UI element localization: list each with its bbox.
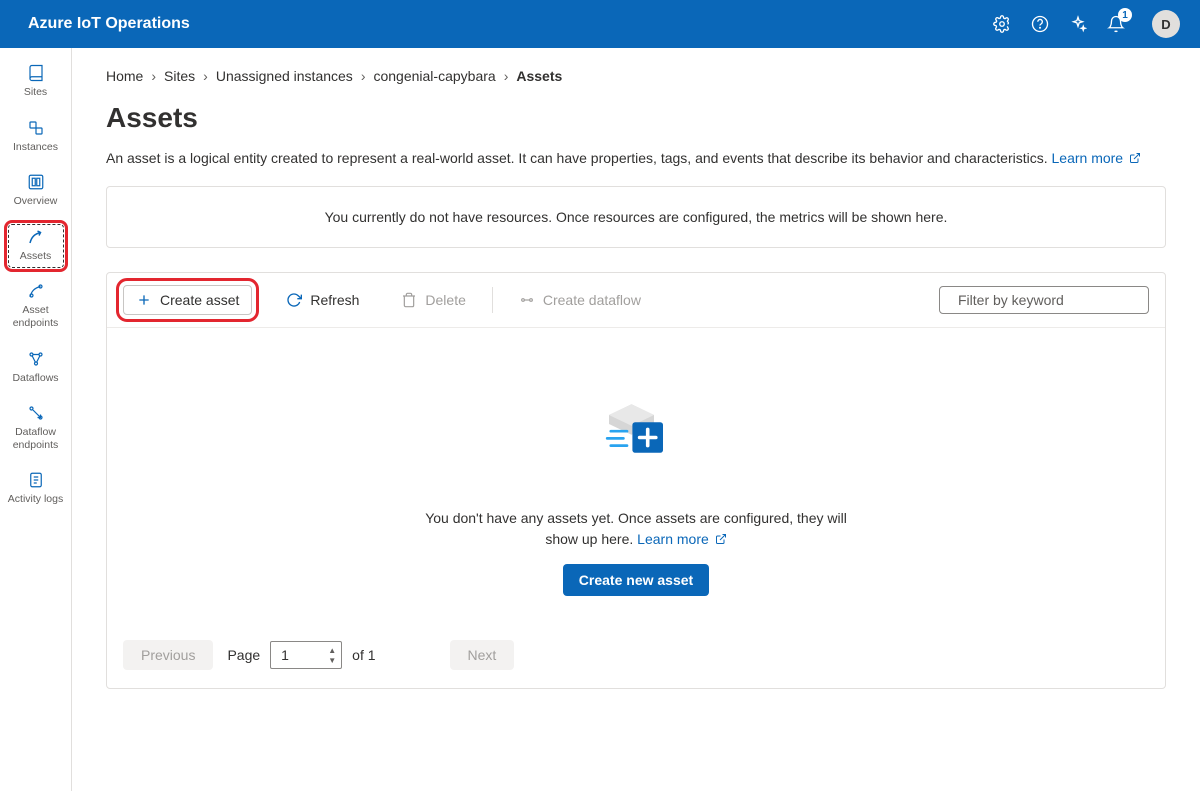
page-number-input[interactable]: 1 ▲ ▼ bbox=[270, 641, 342, 669]
info-banner: You currently do not have resources. Onc… bbox=[106, 186, 1166, 248]
sidebar-item-dataflows[interactable]: Dataflows bbox=[6, 344, 66, 393]
page-down-icon[interactable]: ▼ bbox=[327, 655, 337, 665]
breadcrumb: Home › Sites › Unassigned instances › co… bbox=[106, 68, 1166, 84]
notification-badge: 1 bbox=[1118, 8, 1132, 22]
sidebar-item-asset-endpoints[interactable]: Asset endpoints bbox=[6, 276, 66, 337]
chevron-right-icon: › bbox=[361, 68, 366, 84]
sparkle-icon[interactable] bbox=[1068, 14, 1088, 34]
sidebar-label: Dataflows bbox=[12, 372, 58, 385]
separator bbox=[492, 287, 493, 313]
main-content: Home › Sites › Unassigned instances › co… bbox=[72, 48, 1200, 791]
logs-icon bbox=[27, 471, 45, 489]
external-link-icon bbox=[715, 533, 727, 545]
sidebar-label: Assets bbox=[20, 250, 52, 263]
overview-icon bbox=[27, 173, 45, 191]
page-total: of 1 bbox=[352, 647, 375, 663]
sidebar-label: Overview bbox=[14, 195, 58, 208]
page-indicator: Page 1 ▲ ▼ of 1 bbox=[227, 641, 375, 669]
chevron-right-icon: › bbox=[504, 68, 509, 84]
app-header: Azure IoT Operations 1 D bbox=[0, 0, 1200, 48]
pagination: Previous Page 1 ▲ ▼ of 1 Next bbox=[107, 626, 1165, 688]
header-actions: 1 D bbox=[992, 10, 1180, 38]
dataflow-icon bbox=[519, 292, 535, 308]
sidebar-item-activity-logs[interactable]: Activity logs bbox=[6, 465, 66, 514]
create-asset-button[interactable]: Create asset bbox=[123, 285, 252, 315]
asset-icon bbox=[27, 228, 45, 246]
refresh-icon bbox=[286, 292, 302, 308]
trash-icon bbox=[401, 292, 417, 308]
dfendpoint-icon bbox=[27, 404, 45, 422]
instances-icon bbox=[27, 119, 45, 137]
breadcrumb-current: Assets bbox=[516, 68, 562, 84]
empty-state-text: You don't have any assets yet. Once asse… bbox=[416, 508, 856, 550]
page-description: An asset is a logical entity created to … bbox=[106, 150, 1166, 166]
learn-more-link[interactable]: Learn more bbox=[637, 531, 726, 547]
sidebar-item-assets[interactable]: Assets bbox=[6, 222, 66, 271]
dataflow-icon bbox=[27, 350, 45, 368]
endpoint-icon bbox=[27, 282, 45, 300]
delete-button: Delete bbox=[389, 286, 477, 314]
avatar[interactable]: D bbox=[1152, 10, 1180, 38]
assets-panel: Create asset Refresh Delete Create dataf… bbox=[106, 272, 1166, 689]
gear-icon[interactable] bbox=[992, 14, 1012, 34]
filter-input-wrap[interactable] bbox=[939, 286, 1149, 314]
help-icon[interactable] bbox=[1030, 14, 1050, 34]
breadcrumb-link[interactable]: Sites bbox=[164, 68, 195, 84]
sidebar-item-sites[interactable]: Sites bbox=[6, 58, 66, 107]
sidebar-item-instances[interactable]: Instances bbox=[6, 113, 66, 162]
prev-page-button: Previous bbox=[123, 640, 213, 670]
page-title: Assets bbox=[106, 102, 1166, 134]
filter-input[interactable] bbox=[958, 292, 1139, 308]
sidebar-label: Sites bbox=[24, 86, 47, 99]
sidebar: Sites Instances Overview Assets Asset en… bbox=[0, 48, 72, 791]
create-new-asset-button[interactable]: Create new asset bbox=[563, 564, 709, 596]
page-label: Page bbox=[227, 647, 260, 663]
empty-illustration-icon bbox=[591, 388, 681, 478]
create-dataflow-button: Create dataflow bbox=[507, 286, 653, 314]
sidebar-label: Instances bbox=[13, 141, 58, 154]
next-page-button: Next bbox=[450, 640, 515, 670]
chevron-right-icon: › bbox=[203, 68, 208, 84]
breadcrumb-link[interactable]: Unassigned instances bbox=[216, 68, 353, 84]
sidebar-label: Asset endpoints bbox=[6, 304, 66, 329]
sidebar-item-dataflow-endpoints[interactable]: Dataflow endpoints bbox=[6, 398, 66, 459]
book-icon bbox=[27, 64, 45, 82]
sidebar-item-overview[interactable]: Overview bbox=[6, 167, 66, 216]
empty-state: You don't have any assets yet. Once asse… bbox=[107, 328, 1165, 626]
page-up-icon[interactable]: ▲ bbox=[327, 645, 337, 655]
sidebar-label: Dataflow endpoints bbox=[6, 426, 66, 451]
chevron-right-icon: › bbox=[151, 68, 156, 84]
app-title: Azure IoT Operations bbox=[28, 15, 190, 33]
toolbar: Create asset Refresh Delete Create dataf… bbox=[107, 273, 1165, 328]
breadcrumb-link[interactable]: congenial-capybara bbox=[373, 68, 495, 84]
sidebar-label: Activity logs bbox=[8, 493, 63, 506]
plus-icon bbox=[136, 292, 152, 308]
breadcrumb-link[interactable]: Home bbox=[106, 68, 143, 84]
external-link-icon bbox=[1129, 152, 1141, 164]
refresh-button[interactable]: Refresh bbox=[274, 286, 371, 314]
learn-more-link[interactable]: Learn more bbox=[1052, 150, 1141, 166]
bell-icon[interactable]: 1 bbox=[1106, 14, 1126, 34]
